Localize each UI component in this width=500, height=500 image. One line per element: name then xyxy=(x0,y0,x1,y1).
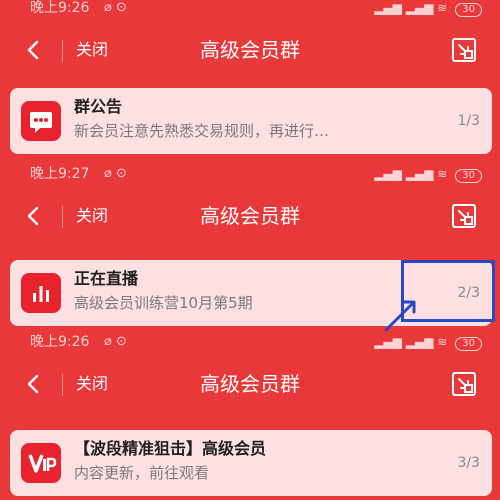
announcement-page-indicator: 1/3 xyxy=(457,113,480,129)
announcement-text: 内容更新，前往观看 xyxy=(74,464,210,482)
announcement-title: 【波段精准狙击】高级会员 xyxy=(74,439,267,458)
minimize-window-icon[interactable] xyxy=(450,202,478,230)
battery-icon: 30 xyxy=(455,3,482,17)
back-icon[interactable] xyxy=(22,204,46,228)
back-icon[interactable] xyxy=(22,38,46,62)
alarm-icon: ⌀ ⊙ xyxy=(104,0,127,15)
announcement-card[interactable]: 群公告 新会员注意先熟悉交易规则，再进行… 1/3 xyxy=(10,88,492,154)
announcement-text: 高级会员训练营10月第5期 xyxy=(74,294,253,312)
message-dots-icon xyxy=(21,101,61,141)
group-chat-screen-3: 晚上9:26 ⌀ ⊙ ▂▄▆ ▂▄▆ ≋ 30 关闭 高级会员群 【波段精准狙击】… xyxy=(0,334,500,500)
announcement-card[interactable]: 【波段精准狙击】高级会员 内容更新，前往观看 3/3 xyxy=(10,430,492,496)
announcement-text: 新会员注意先熟悉交易规则，再进行… xyxy=(74,122,330,140)
navbar: 关闭 高级会员群 xyxy=(0,358,500,412)
back-icon[interactable] xyxy=(22,372,46,396)
status-time: 晚上9:26 xyxy=(30,0,90,16)
announcement-title: 群公告 xyxy=(74,97,123,116)
announcement-page-indicator: 3/3 xyxy=(457,455,480,471)
close-button[interactable]: 关闭 xyxy=(76,204,108,228)
battery-icon: 30 xyxy=(455,337,482,351)
group-chat-screen-1: 晚上9:26 ⌀ ⊙ ▂▄▆ ▂▄▆ ≋ 30 关闭 高级会员群 群公告 新会员注… xyxy=(0,0,500,166)
status-bar: 晚上9:26 ⌀ ⊙ ▂▄▆ ▂▄▆ ≋ 30 xyxy=(0,334,500,351)
status-bar: 晚上9:27 ⌀ ⊙ ▂▄▆ ▂▄▆ ≋ 30 xyxy=(0,166,500,183)
signal-wifi-battery: ▂▄▆ ▂▄▆ ≋ 30 xyxy=(374,166,482,183)
page-title: 高级会员群 xyxy=(200,372,300,396)
nav-divider xyxy=(62,374,63,396)
signal-wifi-battery: ▂▄▆ ▂▄▆ ≋ 30 xyxy=(374,334,482,351)
status-time: 晚上9:27 xyxy=(30,166,90,182)
nav-divider xyxy=(62,206,63,228)
page-title: 高级会员群 xyxy=(200,204,300,228)
battery-icon: 30 xyxy=(455,169,482,183)
close-button[interactable]: 关闭 xyxy=(76,38,108,62)
status-time: 晚上9:26 xyxy=(30,334,90,350)
arrow-icon xyxy=(384,300,416,332)
vip-icon xyxy=(21,443,61,483)
navbar: 关闭 高级会员群 xyxy=(0,190,500,244)
nav-divider xyxy=(62,40,63,62)
status-bar: 晚上9:26 ⌀ ⊙ ▂▄▆ ▂▄▆ ≋ 30 xyxy=(0,0,500,17)
announcement-title: 正在直播 xyxy=(74,269,139,288)
minimize-window-icon[interactable] xyxy=(450,370,478,398)
alarm-icon: ⌀ ⊙ xyxy=(104,166,127,181)
navbar: 关闭 高级会员群 xyxy=(0,24,500,78)
bar-chart-icon xyxy=(21,273,61,313)
close-button[interactable]: 关闭 xyxy=(76,372,108,396)
page-title: 高级会员群 xyxy=(200,38,300,62)
signal-wifi-battery: ▂▄▆ ▂▄▆ ≋ 30 xyxy=(374,0,482,17)
minimize-window-icon[interactable] xyxy=(450,36,478,64)
alarm-icon: ⌀ ⊙ xyxy=(104,334,127,349)
